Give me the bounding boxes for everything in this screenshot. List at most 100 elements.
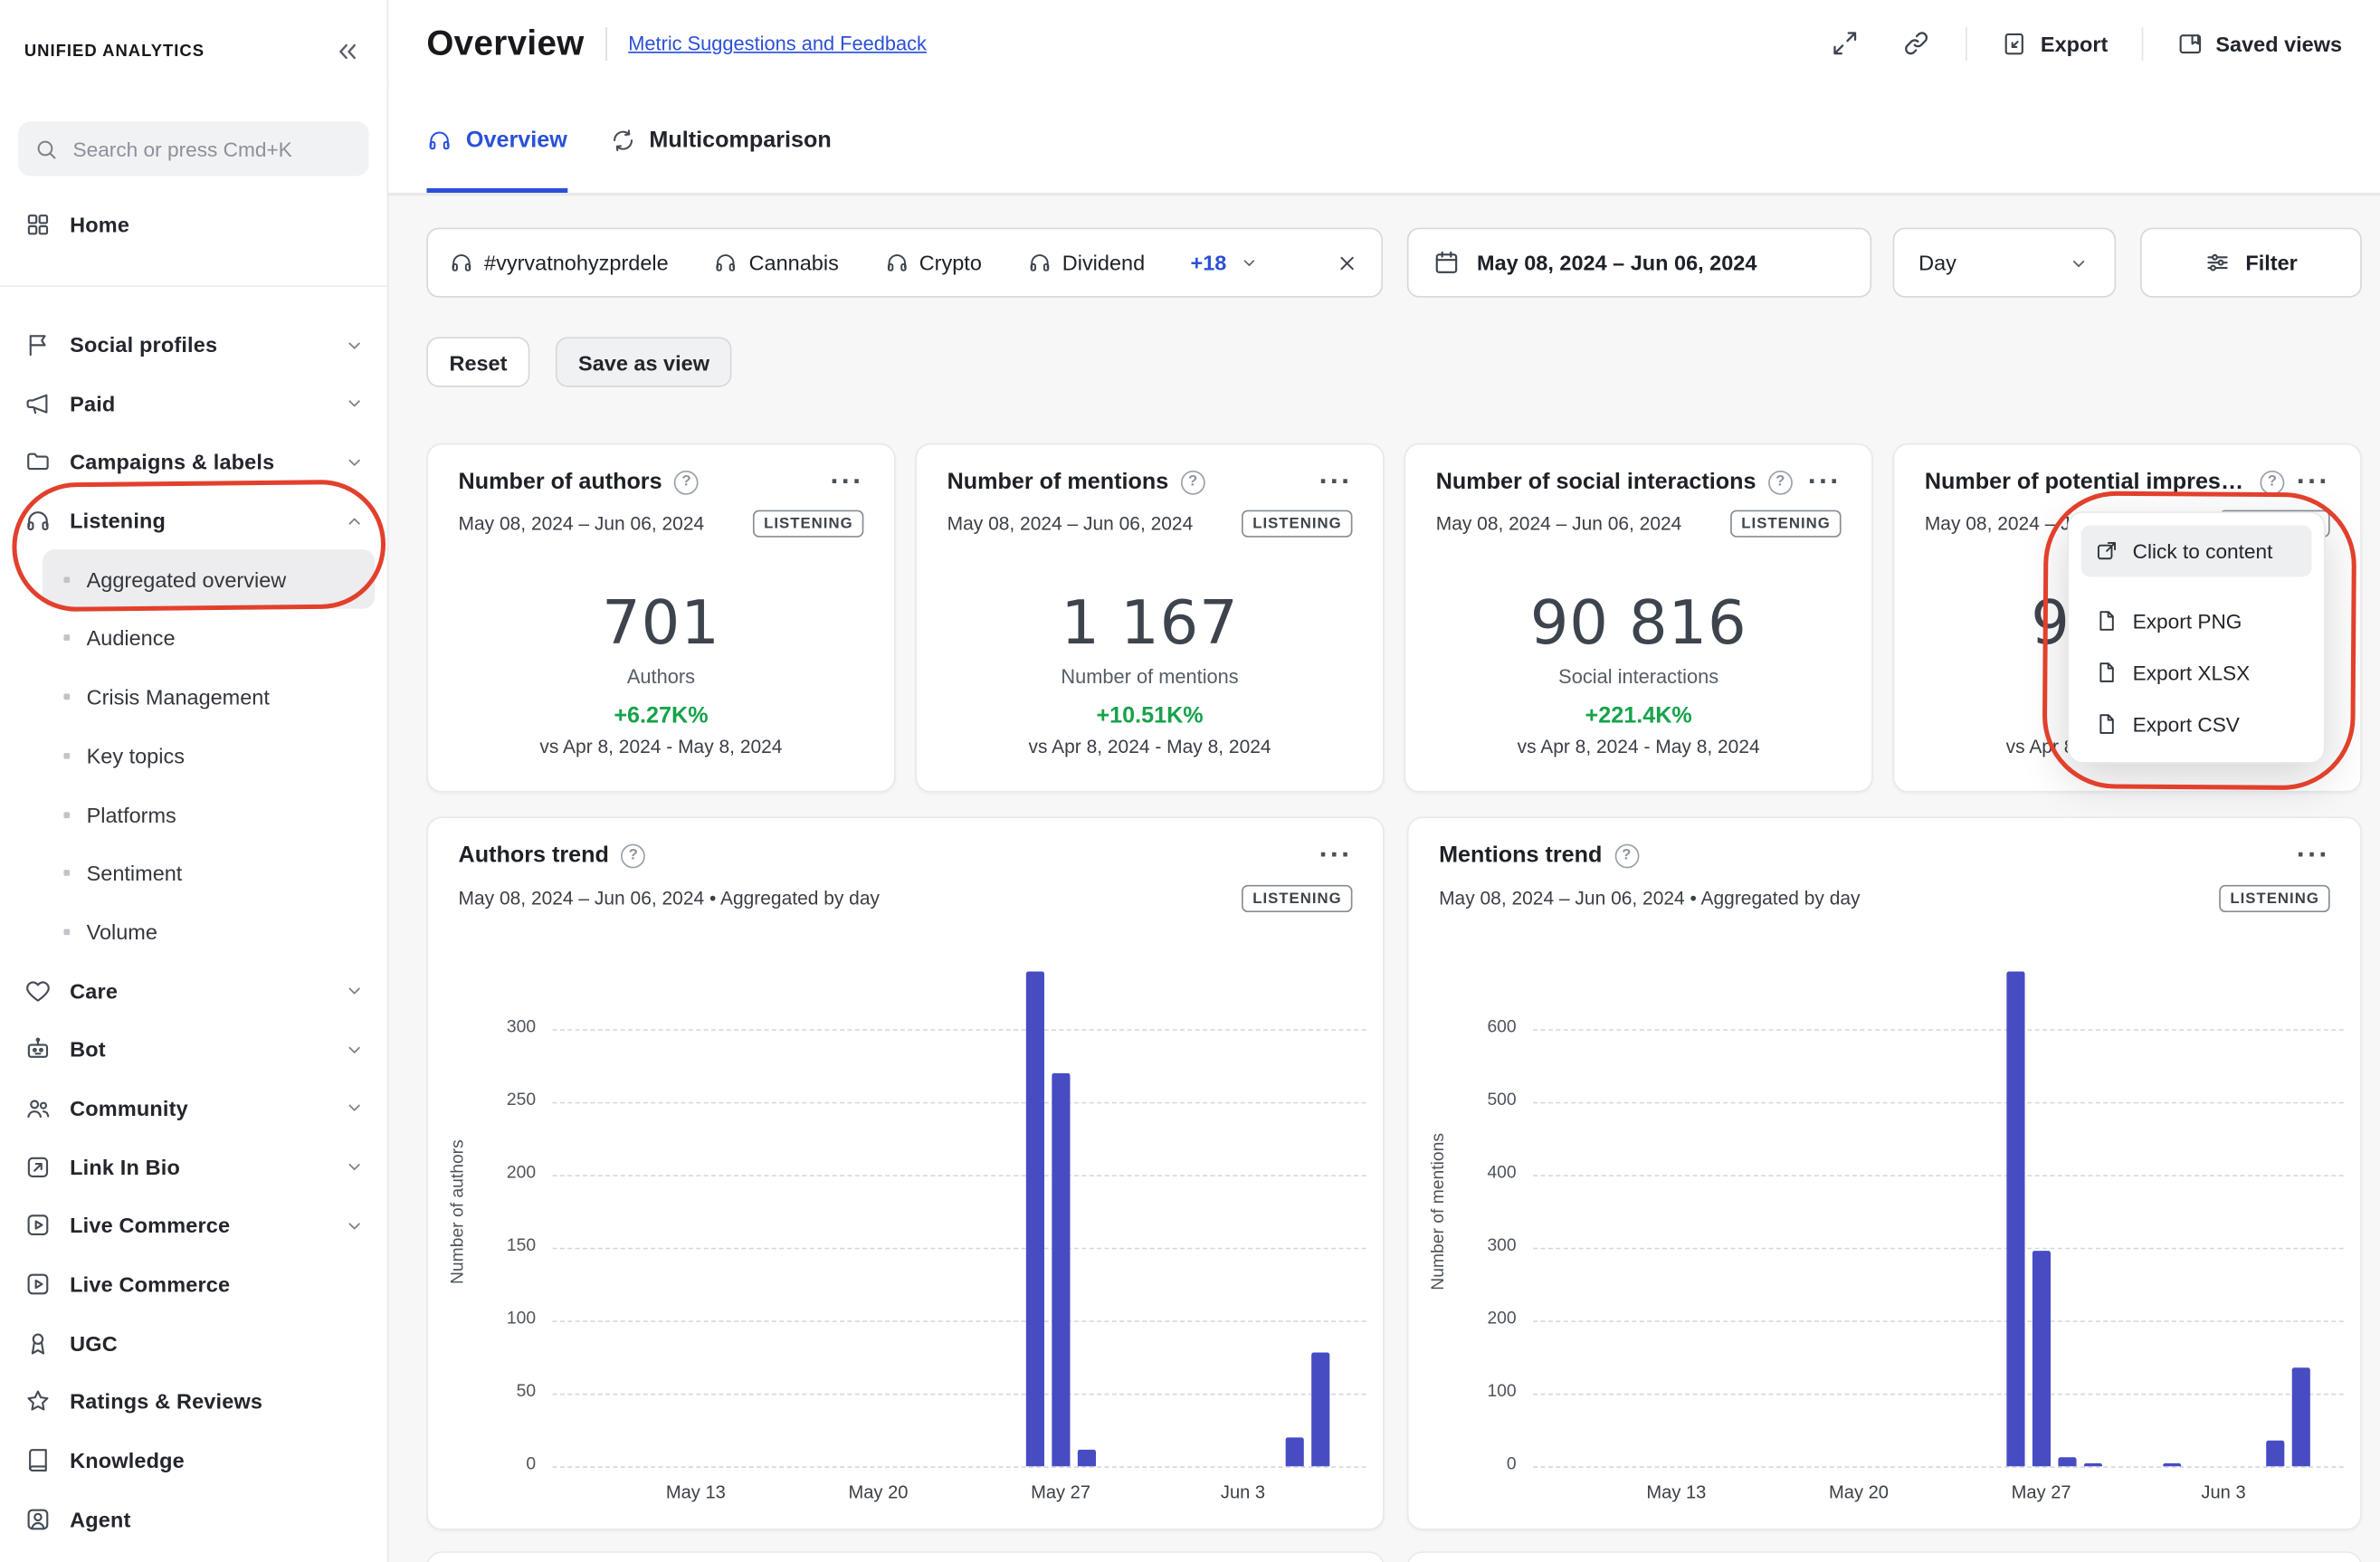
card-menu-icon[interactable]: ··· — [831, 472, 864, 491]
sidebar-item-label: Care — [70, 978, 325, 1003]
metric-delta: +221.4K% — [1436, 703, 1842, 729]
clear-filters-icon[interactable] — [1334, 250, 1360, 276]
export-icon — [2001, 30, 2028, 57]
card-menu-icon[interactable]: ··· — [1319, 472, 1353, 491]
sidebar-item-home[interactable]: Home — [0, 195, 387, 254]
sidebar-subitem-aggregated-overview[interactable]: Aggregated overview — [43, 550, 375, 609]
chart-bar[interactable] — [2084, 1462, 2102, 1466]
community-icon — [24, 1094, 52, 1121]
sidebar-item-label: Home — [70, 213, 366, 237]
sidebar-item-social-profiles[interactable]: Social profiles — [0, 315, 387, 374]
chart-bar[interactable] — [1052, 1073, 1070, 1467]
sidebar-item-listening[interactable]: Listening — [0, 491, 387, 550]
sidebar-item-campaigns-labels[interactable]: Campaigns & labels — [0, 433, 387, 491]
tabs-bar: Overview Multicomparison — [388, 87, 2380, 195]
card-period: May 08, 2024 – Jun 06, 2024 • Aggregated… — [1439, 888, 1860, 909]
chart-bar[interactable] — [2162, 1463, 2180, 1466]
more-filters-chip[interactable]: +18 — [1190, 251, 1260, 275]
content-area: #vyrvatnohyzprdele Cannabis Crypto Dividend… — [388, 195, 2380, 1562]
chart-bar[interactable] — [2006, 971, 2024, 1466]
menu-item-export-xlsx[interactable]: Export XLSX — [2081, 647, 2312, 699]
tab-overview[interactable]: Overview — [426, 87, 567, 193]
filter-chip-crypto[interactable]: Crypto — [884, 251, 982, 275]
card-title: Number of mentions — [947, 469, 1169, 495]
more-filters-count: +18 — [1190, 251, 1226, 275]
x-tick-label: May 13 — [647, 1481, 744, 1502]
card-menu-icon[interactable]: ··· — [2297, 846, 2330, 864]
chart-bar[interactable] — [2267, 1441, 2285, 1466]
card-title: Mentions trend — [1439, 843, 1602, 869]
collapse-sidebar-icon[interactable] — [332, 36, 363, 67]
help-icon[interactable]: ? — [2261, 470, 2285, 494]
chevron-down-icon — [343, 1214, 366, 1237]
save-as-view-button[interactable]: Save as view — [556, 337, 732, 386]
chart-bar[interactable] — [2058, 1458, 2076, 1467]
menu-item-export-png[interactable]: Export PNG — [2081, 595, 2312, 647]
filter-chip-dividend[interactable]: Dividend — [1027, 251, 1145, 275]
card-menu-icon[interactable]: ··· — [1319, 846, 1353, 864]
sidebar-item-live-commerce-2[interactable]: Live Commerce — [0, 1255, 387, 1314]
chart-bar[interactable] — [2292, 1368, 2310, 1467]
sidebar-item-paid[interactable]: Paid — [0, 374, 387, 433]
chart-ylabel: Number of mentions — [1430, 957, 1448, 1467]
linkbio-icon — [24, 1153, 52, 1180]
sidebar-item-community[interactable]: Community — [0, 1079, 387, 1138]
sidebar-item-ratings-reviews[interactable]: Ratings & Reviews — [0, 1372, 387, 1431]
granularity-select[interactable]: Day — [1893, 228, 2117, 298]
tab-multicomparison[interactable]: Multicomparison — [610, 87, 832, 193]
sidebar-subitem-key-topics[interactable]: Key topics — [43, 727, 375, 786]
chart-bar[interactable] — [1078, 1449, 1096, 1466]
listening-badge: LISTENING — [2220, 885, 2330, 912]
ugc-icon — [24, 1329, 52, 1357]
chart-bar[interactable] — [1312, 1353, 1330, 1467]
filter-button[interactable]: Filter — [2140, 228, 2362, 298]
sidebar-subitem-audience[interactable]: Audience — [43, 609, 375, 668]
sidebar-item-agent[interactable]: Agent — [0, 1490, 387, 1548]
help-icon[interactable]: ? — [674, 470, 699, 494]
help-icon[interactable]: ? — [1614, 843, 1639, 868]
search-input[interactable]: Search or press Cmd+K — [18, 121, 368, 176]
chart-bar[interactable] — [1025, 971, 1043, 1466]
date-range-picker[interactable]: May 08, 2024 – Jun 06, 2024 — [1407, 228, 1871, 298]
reset-button[interactable]: Reset — [426, 337, 529, 386]
menu-item-click-to-content[interactable]: Click to content — [2081, 525, 2312, 576]
card-menu-icon[interactable]: ··· — [1808, 472, 1842, 491]
content-icon — [2095, 538, 2119, 563]
calendar-icon — [1433, 249, 1460, 276]
sidebar-nav: Home Social profilesPaidCampaigns & label… — [0, 195, 387, 1548]
filter-chip-cannabis[interactable]: Cannabis — [714, 251, 839, 275]
help-icon[interactable]: ? — [1768, 470, 1793, 494]
care-icon — [24, 976, 52, 1004]
fullscreen-icon[interactable] — [1831, 29, 1860, 58]
menu-item-export-csv[interactable]: Export CSV — [2081, 699, 2312, 750]
y-tick-label: 50 — [468, 1383, 536, 1401]
sidebar-subitem-volume[interactable]: Volume — [43, 902, 375, 961]
sidebar-item-knowledge[interactable]: Knowledge — [0, 1431, 387, 1490]
sidebar-subitem-label: Key topics — [87, 744, 185, 768]
help-icon[interactable]: ? — [1181, 470, 1205, 494]
card-menu-icon[interactable]: ··· — [2297, 472, 2330, 491]
flag-icon — [24, 331, 52, 358]
sidebar-subitem-crisis-management[interactable]: Crisis Management — [43, 668, 375, 727]
metric-compare: vs Apr 8, 2024 - May 8, 2024 — [459, 736, 864, 757]
bullet-icon — [63, 753, 70, 759]
chart-bar[interactable] — [2033, 1252, 2051, 1466]
menu-item-label: Click to content — [2133, 539, 2273, 562]
sidebar-subitem-sentiment[interactable]: Sentiment — [43, 843, 375, 902]
gridline — [1533, 1394, 2344, 1395]
help-icon[interactable]: ? — [621, 843, 645, 868]
sidebar-subitem-platforms[interactable]: Platforms — [43, 785, 375, 843]
chart-bar[interactable] — [1286, 1437, 1304, 1466]
sidebar-item-ugc[interactable]: UGC — [0, 1313, 387, 1372]
copy-link-icon[interactable] — [1902, 29, 1931, 58]
export-button[interactable]: Export — [2001, 30, 2108, 57]
sidebar-item-link-in-bio[interactable]: Link In Bio — [0, 1138, 387, 1196]
saved-views-button[interactable]: Saved views — [2176, 30, 2342, 57]
chevron-down-icon — [343, 392, 366, 414]
sidebar-item-care[interactable]: Care — [0, 961, 387, 1020]
play-icon — [24, 1212, 52, 1239]
filter-chip-vyrvatnohyzprdele[interactable]: #vyrvatnohyzprdele — [449, 251, 668, 275]
sidebar-item-live-commerce[interactable]: Live Commerce — [0, 1196, 387, 1255]
sidebar-item-bot[interactable]: Bot — [0, 1020, 387, 1079]
metric-suggestions-link[interactable]: Metric Suggestions and Feedback — [628, 32, 927, 54]
